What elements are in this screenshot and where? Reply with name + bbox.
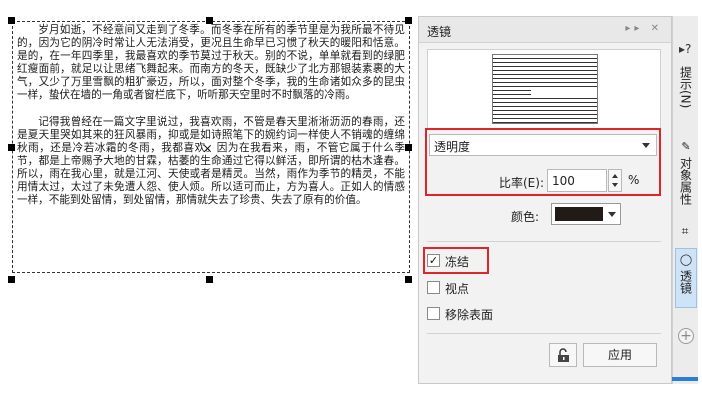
- divider: [427, 333, 661, 334]
- chevron-down-icon[interactable]: [642, 143, 650, 148]
- lock-button[interactable]: [549, 343, 577, 367]
- stepper-up-icon[interactable]: [612, 174, 618, 178]
- paragraph-text: 岁月如逝，不经意间又走到了冬季。而冬季在所有的季节里是为我所最不待见的，因为它的…: [17, 24, 405, 207]
- selection-handle-bottom-center[interactable]: [206, 276, 213, 283]
- docker-title: 透镜: [427, 25, 452, 39]
- tab-grid[interactable]: ⌗: [675, 222, 697, 244]
- freeze-label: 冻结: [445, 255, 470, 269]
- remove-face-label: 移除表面: [445, 308, 494, 322]
- freeze-checkbox[interactable]: ✓: [427, 254, 440, 267]
- paragraph-1: 岁月如逝，不经意间又走到了冬季。而冬季在所有的季节里是为我所最不待见的，因为它的…: [17, 24, 405, 102]
- docker-header-buttons-icon[interactable]: ▸▸ ✕: [625, 23, 663, 34]
- unlock-icon: [558, 348, 569, 362]
- tab-object-properties[interactable]: ✎ 对象属性: [675, 136, 697, 218]
- tab-hints[interactable]: 提示(N): [675, 62, 697, 132]
- lens-type-value: 透明度: [434, 140, 471, 154]
- freeze-option[interactable]: ✓ 冻结: [427, 253, 487, 269]
- tab-lens[interactable]: ◯ 透镜: [675, 248, 697, 308]
- viewpoint-option[interactable]: 视点: [427, 280, 487, 296]
- color-picker[interactable]: [551, 203, 621, 225]
- rotation-center-marker[interactable]: [203, 144, 212, 153]
- selection-handle-top-center[interactable]: [206, 17, 213, 24]
- help-arrow-icon[interactable]: ▸?: [679, 42, 691, 56]
- chevron-down-icon[interactable]: [608, 212, 616, 217]
- rate-label: 比率(E):: [499, 176, 544, 190]
- pencil-icon: ✎: [679, 140, 693, 153]
- add-tab-icon[interactable]: +: [678, 328, 694, 344]
- viewpoint-checkbox[interactable]: [427, 281, 440, 294]
- paragraph-2: 记得我曾经在一篇文字里说过，我喜欢雨，不管是春天里淅淅沥沥的春雨，还是夏天里哭如…: [17, 115, 405, 207]
- percent-unit: %: [628, 173, 640, 187]
- remove-face-checkbox[interactable]: [427, 307, 440, 320]
- selection-handle-top-right[interactable]: [405, 17, 412, 24]
- selection-handle-middle-right[interactable]: [405, 144, 412, 151]
- tab-lens-label: 透镜: [678, 270, 693, 294]
- lens-type-select[interactable]: 透明度: [429, 134, 657, 156]
- tab-strip-accent-bar: [672, 377, 698, 381]
- stepper-down-icon[interactable]: [612, 183, 618, 187]
- grid-icon: ⌗: [679, 226, 693, 238]
- rate-stepper[interactable]: [608, 169, 622, 192]
- drawing-canvas[interactable]: 岁月如逝，不经意间又走到了冬季。而冬季在所有的季节里是为我所最不待见的，因为它的…: [0, 0, 420, 400]
- divider: [427, 241, 661, 242]
- docker-header: 透镜 ▸▸ ✕: [419, 17, 671, 43]
- tab-hints-label: 提示(N): [678, 66, 693, 109]
- rate-input[interactable]: 100: [547, 169, 607, 192]
- lens-preview: [427, 49, 661, 129]
- color-swatch: [555, 207, 603, 221]
- tab-object-properties-label: 对象属性: [678, 157, 693, 205]
- selection-handle-bottom-left[interactable]: [8, 276, 15, 283]
- selection-handle-top-left[interactable]: [8, 17, 15, 24]
- selection-handle-middle-left[interactable]: [8, 144, 15, 151]
- lens-icon: ◯: [679, 253, 693, 266]
- rate-value: 100: [552, 174, 575, 188]
- selection-handle-bottom-right[interactable]: [405, 276, 412, 283]
- apply-button[interactable]: 应用: [583, 343, 657, 367]
- lens-docker: 透镜 ▸▸ ✕ 透明度 比率(E): 100 % 颜色: ✓ 冻结 视点 移除表…: [418, 16, 672, 384]
- remove-face-option[interactable]: 移除表面: [427, 306, 517, 322]
- docker-tab-strip: ▸? 提示(N) ✎ 对象属性 ⌗ ◯ 透镜 +: [672, 16, 698, 384]
- preview-short-line: [531, 88, 597, 96]
- color-label: 颜色:: [511, 210, 540, 224]
- viewpoint-label: 视点: [445, 282, 470, 296]
